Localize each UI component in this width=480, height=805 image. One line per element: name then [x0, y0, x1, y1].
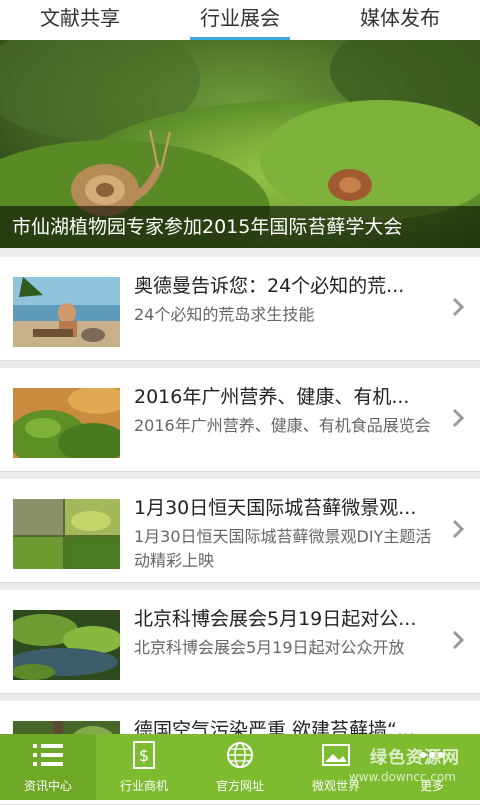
- chevron-right-icon: [452, 408, 465, 428]
- item-title: 北京科博会展会5月19日起对公...: [134, 608, 417, 630]
- thumbnail-moss-stream: [13, 610, 120, 680]
- thumbnail-moss-wall: [13, 499, 120, 569]
- nav-label: 官方网址: [215, 779, 264, 793]
- image-icon: [322, 744, 350, 766]
- tab-literature[interactable]: 文献共享: [0, 0, 160, 40]
- item-subtitle: 北京科博会展会5月19日起对公众开放: [134, 638, 405, 657]
- list-item[interactable]: 1月30日恒天国际城苔藓微景观... 1月30日恒天国际城苔藓微景观DIY主题活…: [0, 479, 480, 583]
- nav-official-site[interactable]: 官方网址: [192, 734, 288, 800]
- list-item[interactable]: 北京科博会展会5月19日起对公... 北京科博会展会5月19日起对公众开放: [0, 590, 480, 694]
- dollar-doc-icon: $: [133, 741, 155, 769]
- nav-news-center[interactable]: 资讯中心: [0, 734, 96, 800]
- top-tab-bar: 文献共享 行业展会 媒体发布: [0, 0, 480, 41]
- nav-label: 资讯中心: [23, 779, 72, 793]
- item-subtitle: 2016年广州营养、健康、有机食品展览会: [134, 416, 431, 435]
- chevron-right-icon: [452, 630, 465, 650]
- nav-label: 行业商机: [119, 779, 168, 793]
- watermark-url: www.downcc.com: [348, 770, 456, 784]
- tab-exhibitions[interactable]: 行业展会: [160, 0, 320, 40]
- globe-icon: [227, 742, 253, 768]
- featured-banner[interactable]: 市仙湖植物园专家参加2015年国际苔藓学大会: [0, 40, 480, 248]
- chevron-right-icon: [452, 519, 465, 539]
- thumbnail-castaway: [13, 277, 120, 347]
- list-item[interactable]: 2016年广州营养、健康、有机... 2016年广州营养、健康、有机食品展览会: [0, 368, 480, 472]
- item-title: 奥德曼告诉您：24个必知的荒...: [134, 275, 405, 297]
- item-subtitle: 1月30日恒天国际城苔藓微景观DIY主题活动精彩上映: [134, 527, 432, 570]
- chevron-right-icon: [452, 297, 465, 317]
- thumbnail-moss-autumn: [13, 388, 120, 458]
- nav-business[interactable]: $ 行业商机: [96, 734, 192, 800]
- item-title: 2016年广州营养、健康、有机...: [134, 386, 410, 408]
- item-title: 1月30日恒天国际城苔藓微景观...: [134, 497, 417, 519]
- svg-text:$: $: [139, 746, 149, 765]
- tab-media[interactable]: 媒体发布: [320, 0, 480, 40]
- watermark-title: 绿色资源网: [370, 748, 460, 768]
- banner-caption[interactable]: 市仙湖植物园专家参加2015年国际苔藓学大会: [0, 206, 480, 248]
- item-subtitle: 24个必知的荒岛求生技能: [134, 305, 315, 324]
- list-icon: [33, 744, 63, 766]
- list-item[interactable]: 奥德曼告诉您：24个必知的荒... 24个必知的荒岛求生技能: [0, 257, 480, 361]
